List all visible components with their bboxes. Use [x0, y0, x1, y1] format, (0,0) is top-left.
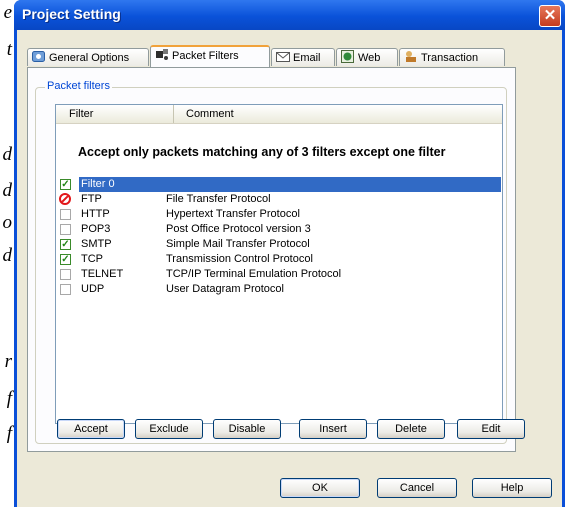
- tab-email[interactable]: Email: [271, 48, 335, 66]
- filter-name: POP3: [81, 223, 111, 235]
- filter-name: Filter 0: [79, 177, 501, 192]
- tab-label: Packet Filters: [172, 50, 239, 62]
- filter-list[interactable]: Filter Comment Accept only packets match…: [55, 104, 503, 424]
- tab-general-options[interactable]: General Options: [27, 48, 149, 66]
- edit-button[interactable]: Edit: [457, 419, 525, 439]
- filter-row[interactable]: ✓ SMTP Simple Mail Transfer Protocol: [56, 237, 502, 252]
- bg-char: d: [2, 144, 13, 165]
- dialog-client-area: General Options Packet Filters Email Web: [17, 30, 562, 507]
- filter-row[interactable]: ✓ Filter 0: [56, 177, 502, 192]
- filter-name: TCP: [81, 253, 103, 265]
- filter-comment: Hypertext Transfer Protocol: [166, 208, 300, 220]
- insert-button[interactable]: Insert: [299, 419, 367, 439]
- filter-comment: Transmission Control Protocol: [166, 253, 313, 265]
- gear-icon: [32, 50, 46, 63]
- checkbox-checked[interactable]: ✓: [60, 239, 71, 250]
- filter-row[interactable]: TELNET TCP/IP Terminal Emulation Protoco…: [56, 267, 502, 282]
- bg-char: d: [2, 245, 13, 266]
- filter-comment: Simple Mail Transfer Protocol: [166, 238, 310, 250]
- transaction-icon: [404, 50, 418, 63]
- checkbox-unchecked[interactable]: [60, 269, 71, 280]
- filter-name: UDP: [81, 283, 105, 295]
- filter-row[interactable]: HTTP Hypertext Transfer Protocol: [56, 207, 502, 222]
- tab-label: Transaction: [421, 52, 479, 64]
- filter-row[interactable]: UDP User Datagram Protocol: [56, 282, 502, 297]
- groupbox-label: Packet filters: [45, 80, 112, 92]
- help-button[interactable]: Help: [472, 478, 552, 498]
- tab-label: General Options: [49, 52, 130, 64]
- filter-name: HTTP: [81, 208, 110, 220]
- bg-char: f: [6, 388, 12, 409]
- tab-transaction[interactable]: Transaction: [399, 48, 505, 66]
- checkbox-unchecked[interactable]: [60, 224, 71, 235]
- disable-button[interactable]: Disable: [213, 419, 281, 439]
- filter-row[interactable]: FTP File Transfer Protocol: [56, 192, 502, 207]
- close-button[interactable]: ✕: [539, 5, 561, 27]
- filter-comment: User Datagram Protocol: [166, 283, 284, 295]
- bg-char: f: [6, 423, 12, 444]
- filter-comment: TCP/IP Terminal Emulation Protocol: [166, 268, 342, 280]
- web-icon: [341, 50, 355, 63]
- bg-char: o: [2, 212, 13, 233]
- tab-web[interactable]: Web: [336, 48, 398, 66]
- filter-comment: Post Office Protocol version 3: [166, 223, 311, 235]
- filter-summary: Accept only packets matching any of 3 fi…: [78, 145, 446, 159]
- email-icon: [276, 51, 290, 64]
- background-document-text: e t d d o d r f f: [0, 0, 14, 507]
- cancel-button[interactable]: Cancel: [377, 478, 457, 498]
- exclude-button[interactable]: Exclude: [135, 419, 203, 439]
- ok-button[interactable]: OK: [280, 478, 360, 498]
- window-title: Project Setting: [22, 6, 121, 22]
- column-header-filter[interactable]: Filter: [56, 105, 174, 123]
- delete-button[interactable]: Delete: [377, 419, 445, 439]
- filter-row[interactable]: ✓ TCP Transmission Control Protocol: [56, 252, 502, 267]
- filter-name: FTP: [81, 193, 102, 205]
- tab-label: Web: [358, 52, 381, 64]
- checkbox-checked[interactable]: ✓: [60, 179, 71, 190]
- tab-label: Email: [293, 52, 321, 64]
- filter-comment: File Transfer Protocol: [166, 193, 271, 205]
- bg-char: d: [2, 180, 13, 201]
- project-setting-dialog: Project Setting ✕ General Options Packet…: [14, 0, 565, 507]
- bg-char: e: [3, 2, 12, 23]
- column-header-comment[interactable]: Comment: [186, 105, 234, 123]
- filter-name: TELNET: [81, 268, 124, 280]
- checkbox-unchecked[interactable]: [60, 209, 71, 220]
- close-icon: ✕: [543, 7, 557, 24]
- accept-button[interactable]: Accept: [57, 419, 125, 439]
- filter-rows: ✓ Filter 0 FTP File Transfer Protocol HT…: [56, 177, 502, 297]
- packet-filter-icon: [155, 48, 169, 61]
- tab-packet-filters[interactable]: Packet Filters: [150, 45, 270, 67]
- exclude-icon[interactable]: [59, 193, 71, 205]
- list-header: Filter Comment: [56, 105, 502, 124]
- bg-char: r: [4, 351, 12, 372]
- bg-char: t: [6, 39, 12, 60]
- filter-name: SMTP: [81, 238, 112, 250]
- filter-row[interactable]: POP3 Post Office Protocol version 3: [56, 222, 502, 237]
- checkbox-unchecked[interactable]: [60, 284, 71, 295]
- title-bar[interactable]: Project Setting ✕: [14, 0, 565, 30]
- checkbox-checked[interactable]: ✓: [60, 254, 71, 265]
